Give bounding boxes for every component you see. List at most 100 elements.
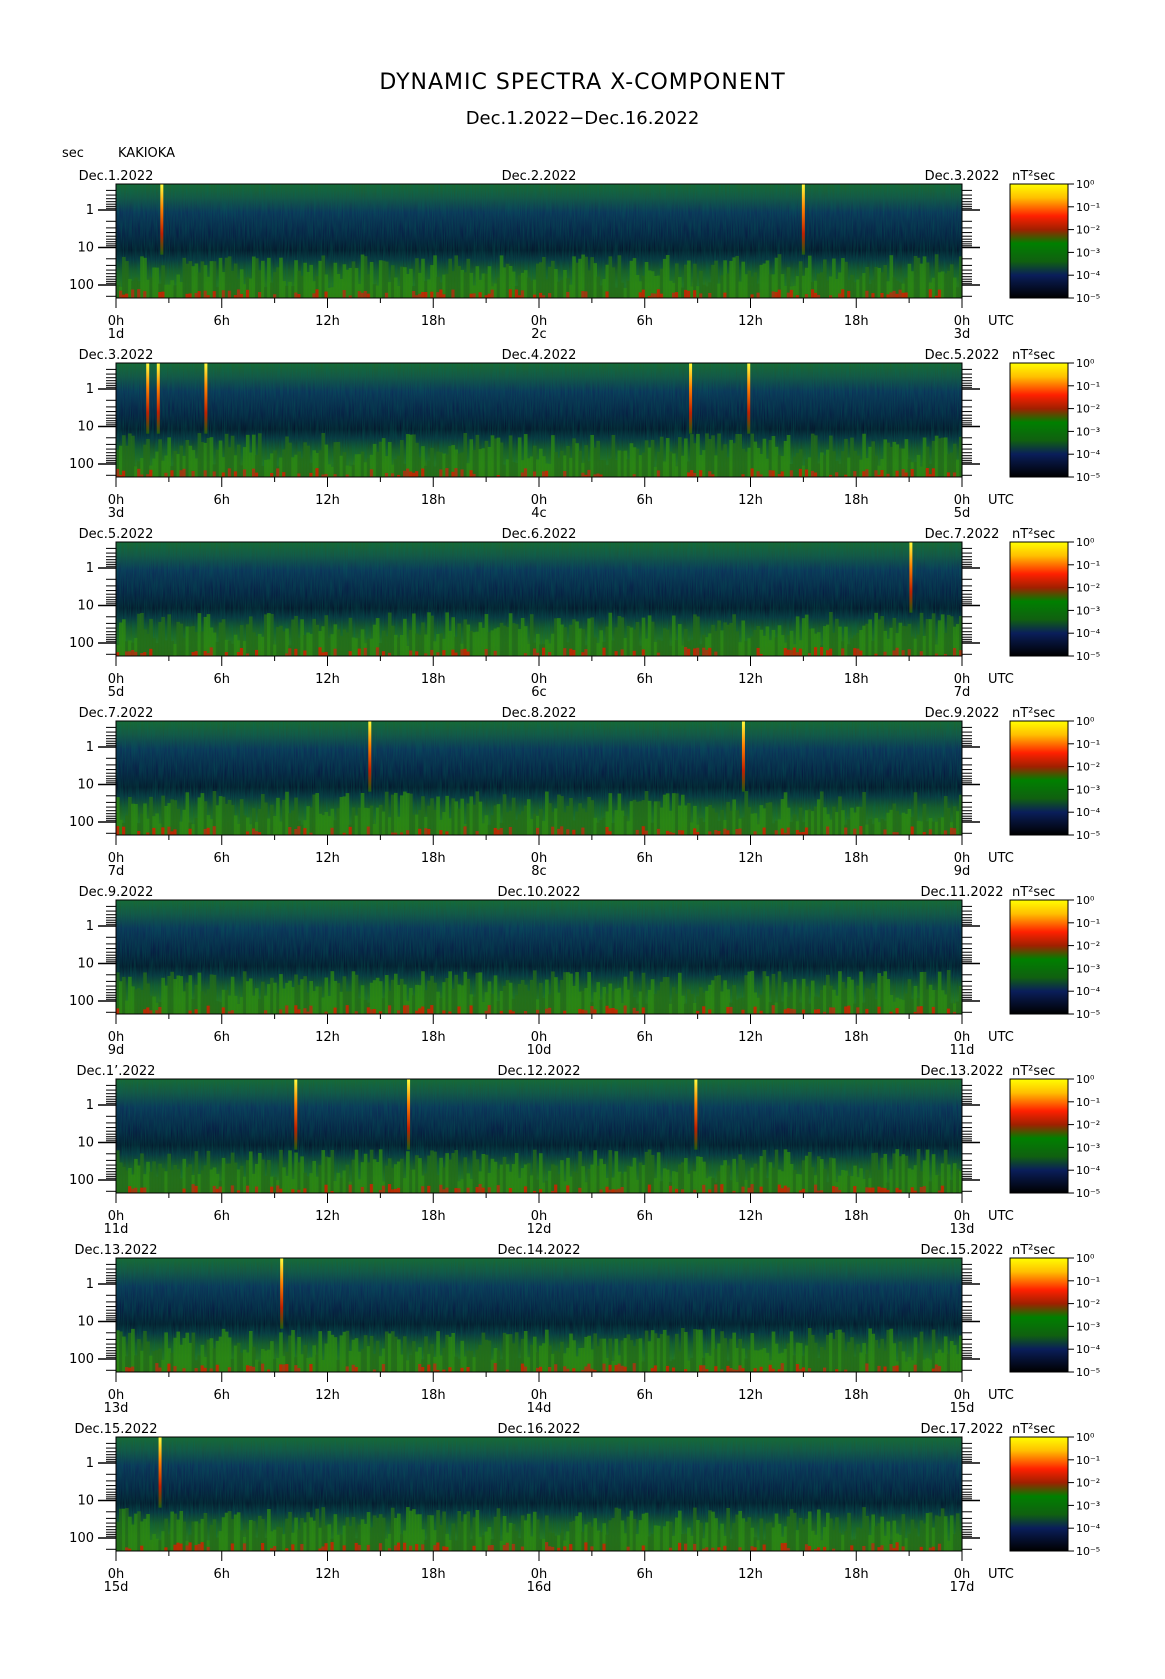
colorbar-tick-label: 10⁻⁴ <box>1076 1343 1101 1356</box>
colorbar <box>1009 720 1074 836</box>
x-tick-label: 12h <box>315 1567 340 1582</box>
colorbar-tick-label: 10⁻² <box>1076 224 1100 237</box>
x-tick-label: 6h <box>636 1388 653 1403</box>
y-tick-label: 1 <box>86 740 94 755</box>
panel-end-date: Dec.5.2022 <box>925 348 1000 363</box>
y-tick-label: 1 <box>86 382 94 397</box>
pulsation-spike <box>156 363 160 434</box>
colorbar-tick-label: 10⁻³ <box>1076 1141 1100 1154</box>
colorbar <box>1009 899 1074 1015</box>
pulsation-spike <box>801 184 805 255</box>
spectra-panel-1 <box>98 183 980 308</box>
x-tick-label: 6h <box>213 1209 230 1224</box>
colorbar-tick-label: 10⁰ <box>1076 1073 1095 1086</box>
colorbar-tick-label: 10⁻⁵ <box>1076 650 1100 663</box>
spectra-page: DYNAMIC SPECTRA X-COMPONENT Dec.1.2022−D… <box>0 0 1165 1679</box>
colorbar-tick-label: 10⁻³ <box>1076 246 1100 259</box>
x-tick-label: 6h <box>636 672 653 687</box>
x-tick-label: 12h <box>315 1030 340 1045</box>
pulsation-spike <box>741 721 745 792</box>
x-unit-label: UTC <box>988 1388 1014 1403</box>
day-end-label: 9d <box>954 864 971 879</box>
x-tick-label: 12h <box>315 1209 340 1224</box>
x-tick-label: 12h <box>738 314 763 329</box>
panel-end-date: Dec.11.2022 <box>920 885 1003 900</box>
colorbar <box>1009 1257 1074 1373</box>
colorbar-tick-label: 10⁻² <box>1076 761 1100 774</box>
y-tick-label: 100 <box>69 994 94 1009</box>
spectra-panel-4 <box>98 720 980 845</box>
colorbar-tick-label: 10⁻⁴ <box>1076 806 1101 819</box>
colorbar-tick-label: 10⁻⁵ <box>1076 829 1100 842</box>
spectra-panel-5 <box>98 899 980 1024</box>
x-unit-label: UTC <box>988 1030 1014 1045</box>
x-tick-label: 18h <box>844 1030 869 1045</box>
x-tick-label: 6h <box>213 851 230 866</box>
colorbar-tick-label: 10⁻³ <box>1076 1499 1100 1512</box>
colorbar-tick-label: 10⁰ <box>1076 357 1095 370</box>
pulsation-spike <box>204 363 208 434</box>
colorbar <box>1009 541 1074 657</box>
x-tick-label: 12h <box>315 314 340 329</box>
day-mid-label: 6c <box>531 685 546 700</box>
colorbar-tick-label: 10⁻⁴ <box>1076 627 1101 640</box>
colorbar-tick-label: 10⁻² <box>1076 940 1100 953</box>
x-tick-label: 6h <box>213 1567 230 1582</box>
colorbar-tick-label: 10⁰ <box>1076 1252 1095 1265</box>
colorbar-tick-label: 10⁻⁴ <box>1076 985 1101 998</box>
colorbar <box>1009 1078 1074 1194</box>
x-tick-label: 12h <box>315 1388 340 1403</box>
spectra-panel-8 <box>98 1436 980 1561</box>
y-tick-label: 10 <box>77 599 94 614</box>
x-tick-label: 18h <box>844 672 869 687</box>
pulsation-spike <box>747 363 751 434</box>
x-tick-label: 6h <box>213 493 230 508</box>
spectra-panel-7 <box>98 1257 980 1382</box>
colorbar-tick-label: 10⁰ <box>1076 178 1095 191</box>
x-unit-label: UTC <box>988 672 1014 687</box>
colorbar-tick-label: 10⁻⁵ <box>1076 1545 1100 1558</box>
day-mid-label: 8c <box>531 864 546 879</box>
panel-mid-date: Dec.6.2022 <box>502 527 577 542</box>
x-tick-label: 6h <box>636 851 653 866</box>
colorbar-tick-label: 10⁰ <box>1076 536 1095 549</box>
x-tick-label: 18h <box>844 1209 869 1224</box>
x-tick-label: 12h <box>315 672 340 687</box>
colorbar-tick-label: 10⁻² <box>1076 1477 1100 1490</box>
y-tick-label: 10 <box>77 241 94 256</box>
x-tick-label: 12h <box>315 493 340 508</box>
x-unit-label: UTC <box>988 1209 1014 1224</box>
colorbar-tick-label: 10⁻⁵ <box>1076 1366 1100 1379</box>
y-tick-label: 1 <box>86 561 94 576</box>
colorbar <box>1009 1436 1074 1552</box>
y-tick-label: 1 <box>86 203 94 218</box>
x-tick-label: 12h <box>738 1567 763 1582</box>
spectra-panel-2 <box>98 362 980 487</box>
day-start-label: 15d <box>104 1580 129 1595</box>
pulsation-spike <box>909 542 913 613</box>
x-unit-label: UTC <box>988 851 1014 866</box>
pulsation-spike <box>280 1258 284 1329</box>
pulsation-spike <box>158 1437 162 1508</box>
x-tick-label: 6h <box>636 1209 653 1224</box>
colorbar-label: nT²sec <box>1012 706 1055 721</box>
y-tick-label: 100 <box>69 1173 94 1188</box>
colorbar-tick-label: 10⁻⁴ <box>1076 1164 1101 1177</box>
colorbar-tick-label: 10⁻³ <box>1076 425 1100 438</box>
day-start-label: 7d <box>108 864 125 879</box>
x-tick-label: 6h <box>213 672 230 687</box>
day-end-label: 15d <box>950 1401 975 1416</box>
y-tick-label: 100 <box>69 1352 94 1367</box>
panel-start-date: Dec.3.2022 <box>79 348 154 363</box>
x-tick-label: 18h <box>421 493 446 508</box>
x-tick-label: 18h <box>421 1388 446 1403</box>
day-start-label: 3d <box>108 506 125 521</box>
y-tick-label: 10 <box>77 778 94 793</box>
pulsation-spike <box>160 184 164 255</box>
spectra-panel-3 <box>98 541 980 666</box>
x-tick-label: 18h <box>421 1567 446 1582</box>
colorbar-tick-label: 10⁻² <box>1076 582 1100 595</box>
day-mid-label: 16d <box>527 1580 552 1595</box>
colorbar-tick-label: 10⁰ <box>1076 1431 1095 1444</box>
colorbar-tick-label: 10⁻³ <box>1076 962 1100 975</box>
